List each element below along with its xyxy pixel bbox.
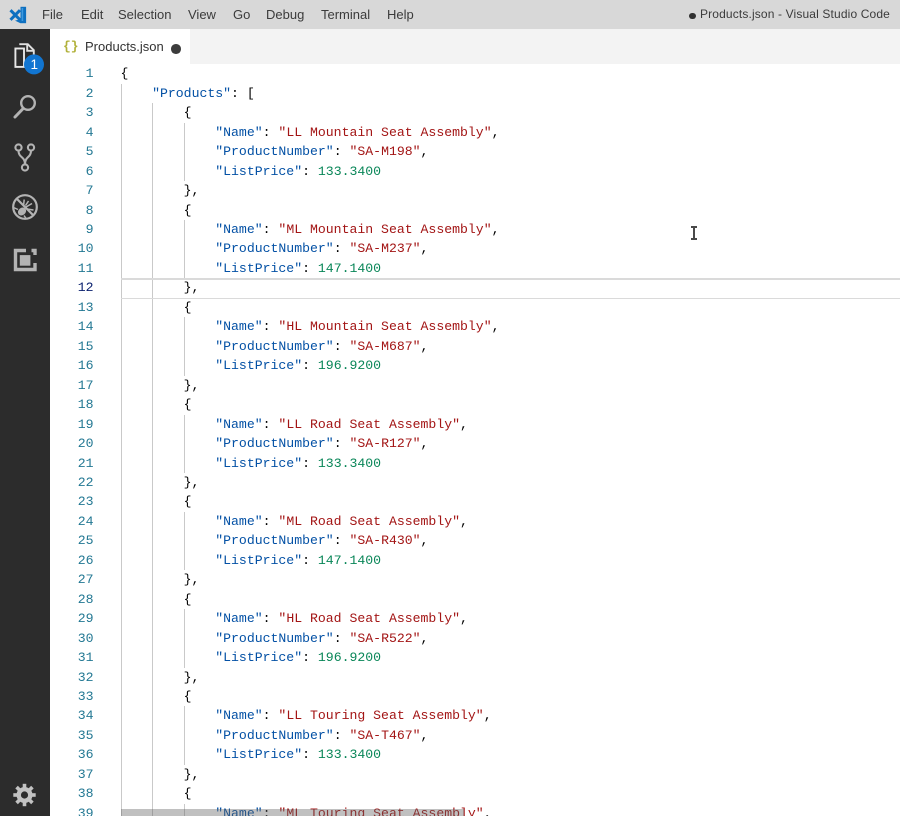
svg-text:1: 1 [30,57,38,72]
